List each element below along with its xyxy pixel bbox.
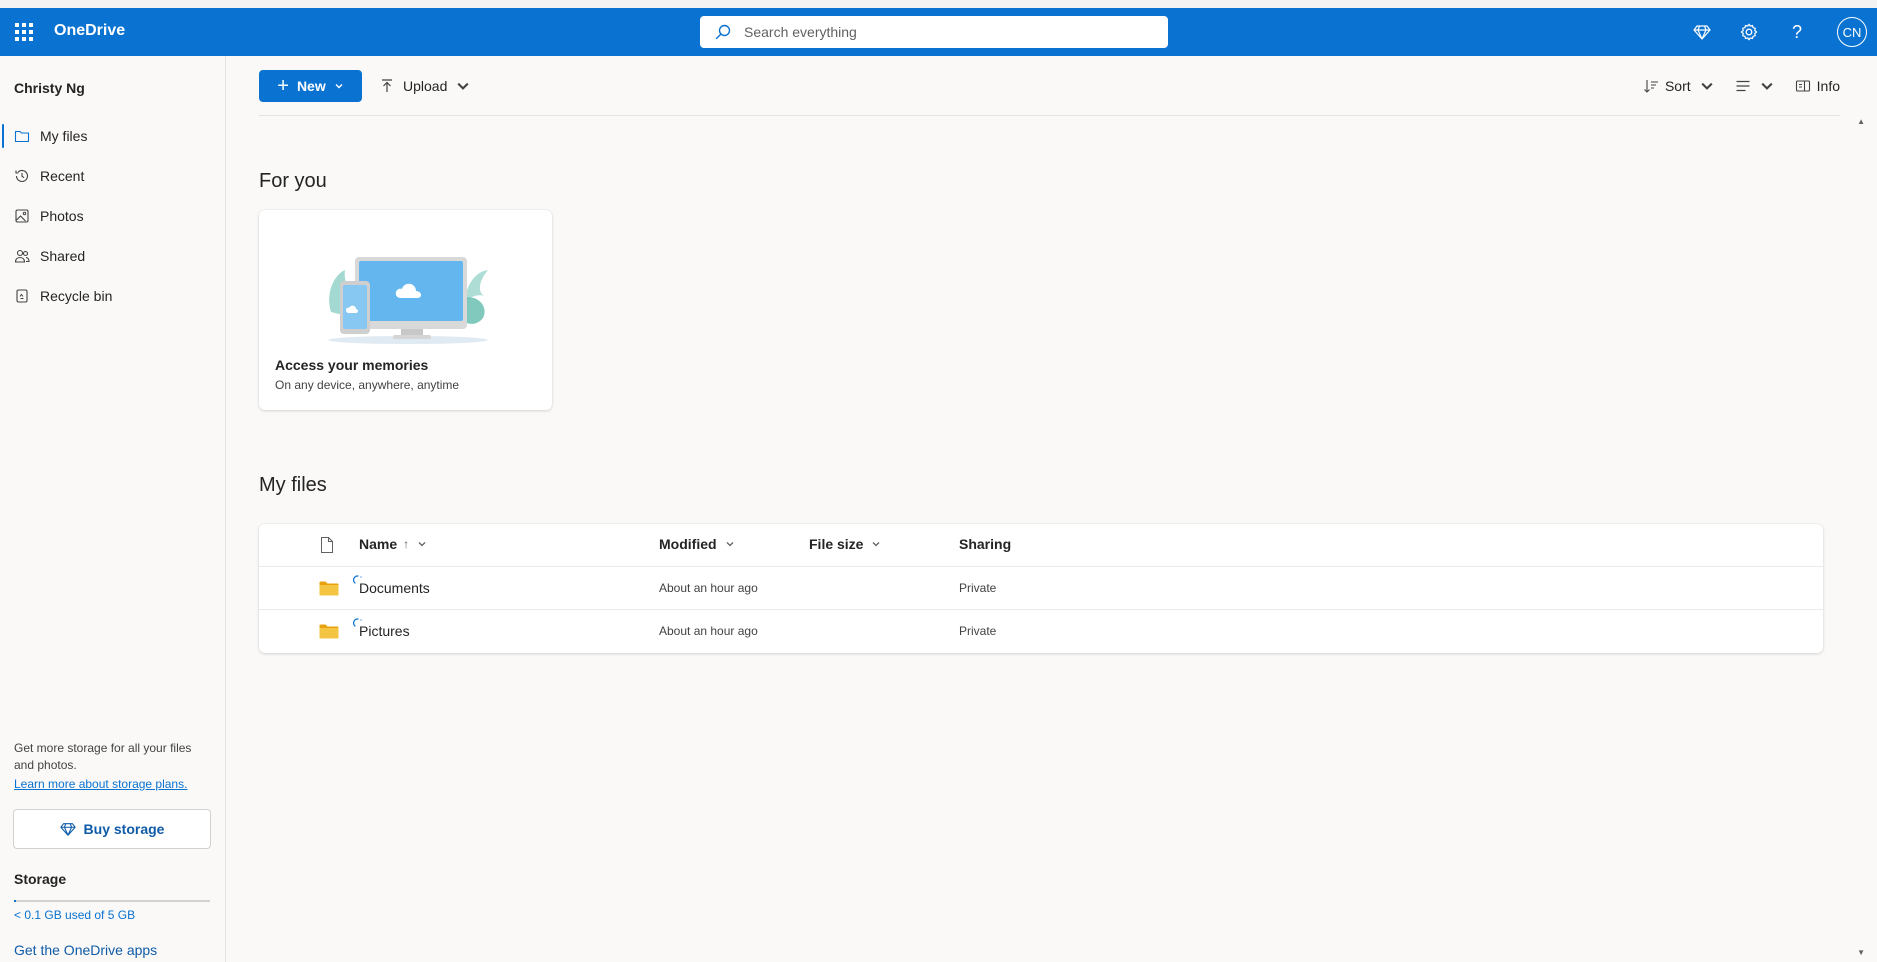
diamond-icon [59,823,76,836]
chevron-down-icon [1701,82,1713,90]
file-name[interactable]: Pictures [359,623,410,639]
sidebar-item-label: Shared [40,248,86,264]
folder-icon [319,581,339,596]
chevron-down-icon [457,82,469,90]
buy-storage-label: Buy storage [83,821,165,837]
devices-cloud-illustration [328,257,488,344]
buy-storage-button[interactable]: Buy storage [13,809,211,849]
history-icon [15,169,29,182]
browser-top-strip [0,0,1877,8]
column-file-size-label: File size [809,536,864,552]
chevron-down-icon [726,542,734,547]
sidebar-item-recent[interactable]: Recent [0,156,225,196]
sidebar-item-label: Photos [40,208,84,224]
column-header-sharing[interactable]: Sharing [959,536,1011,552]
table-header: Name ↑ Modified File size Sharing [259,524,1823,567]
new-button[interactable]: + New [259,70,362,102]
command-bar: + New Upload Sort Info [259,70,1840,116]
upload-button-label: Upload [403,78,448,94]
search-icon [715,24,731,40]
image-icon [15,209,29,223]
files-table: Name ↑ Modified File size Sharing Docume… [259,524,1823,653]
column-header-file-size[interactable]: File size [809,536,881,552]
info-label: Info [1816,78,1840,94]
storage-plans-link[interactable]: Learn more about storage plans. [14,776,210,793]
sidebar: Christy Ng My files Recent Photos Shared… [0,56,226,962]
storage-used-text[interactable]: < 0.1 GB used of 5 GB [14,908,135,922]
upload-arrow-icon [382,79,392,92]
app-title[interactable]: OneDrive [54,22,125,40]
app-launcher-icon[interactable] [12,20,36,44]
search-box[interactable] [700,16,1168,48]
chevron-down-icon [335,84,343,89]
storage-promo: Get more storage for all your files and … [14,740,210,793]
sort-label: Sort [1664,78,1691,94]
scroll-up-arrow[interactable]: ▲ [1857,117,1865,126]
info-button[interactable]: Info [1795,78,1840,94]
storage-progress-bar [14,900,210,902]
new-button-label: New [296,78,326,94]
column-modified-label: Modified [659,536,717,552]
scroll-down-arrow[interactable]: ▼ [1857,948,1865,957]
sidebar-item-label: Recent [40,168,85,184]
folder-icon [14,130,30,143]
sidebar-item-my-files[interactable]: My files [0,116,225,156]
column-sharing-label: Sharing [959,536,1012,552]
user-avatar[interactable]: CN [1837,17,1867,47]
sidebar-item-photos[interactable]: Photos [0,196,225,236]
storage-title: Storage [14,871,67,887]
help-icon[interactable]: ? [1785,20,1809,44]
chevron-down-icon [873,542,880,547]
plus-icon: + [277,75,289,97]
storage-progress-fill [14,900,16,902]
table-row[interactable]: Documents About an hour ago Private [259,567,1823,610]
sidebar-item-shared[interactable]: Shared [0,236,225,276]
get-apps-link[interactable]: Get the OneDrive apps [14,942,157,958]
memories-card[interactable]: Access your memories On any device, anyw… [259,210,552,410]
card-title: Access your memories [275,357,429,373]
sort-button[interactable]: Sort [1643,78,1715,94]
chevron-down-icon [1761,82,1773,90]
sidebar-user-name: Christy Ng [14,80,85,96]
upload-button[interactable]: Upload [379,70,479,102]
for-you-heading: For you [259,170,327,192]
sort-icon [1644,80,1658,93]
info-panel-icon [1795,80,1810,92]
command-bar-right: Sort Info [1623,70,1840,102]
storage-promo-text: Get more storage for all your files and … [14,741,192,772]
view-options-button[interactable] [1735,78,1775,94]
sidebar-item-label: Recycle bin [40,288,113,304]
app-header: OneDrive ? CN [0,8,1877,56]
file-name[interactable]: Documents [359,580,430,596]
column-header-modified[interactable]: Modified [659,536,735,552]
file-modified: About an hour ago [659,581,758,595]
people-icon [14,249,30,263]
my-files-heading: My files [259,474,327,496]
column-name-label: Name [359,536,398,552]
sidebar-nav: My files Recent Photos Shared Recycle bi… [0,116,225,316]
settings-gear-icon[interactable] [1737,20,1761,44]
file-sharing: Private [959,581,997,595]
sidebar-item-recycle-bin[interactable]: Recycle bin [0,276,225,316]
file-modified: About an hour ago [659,624,758,638]
column-header-name[interactable]: Name ↑ [359,536,427,552]
file-sharing: Private [959,624,997,638]
card-subtitle: On any device, anywhere, anytime [275,378,460,392]
premium-diamond-icon[interactable] [1690,20,1714,44]
file-type-icon[interactable] [319,536,335,554]
sidebar-item-label: My files [40,128,88,144]
folder-icon [319,624,339,639]
sort-ascending-arrow: ↑ [403,537,410,551]
table-row[interactable]: Pictures About an hour ago Private [259,610,1823,653]
search-input[interactable] [744,24,1144,40]
chevron-down-icon [418,542,426,547]
recycle-bin-icon [16,289,28,303]
list-view-icon [1736,80,1750,92]
